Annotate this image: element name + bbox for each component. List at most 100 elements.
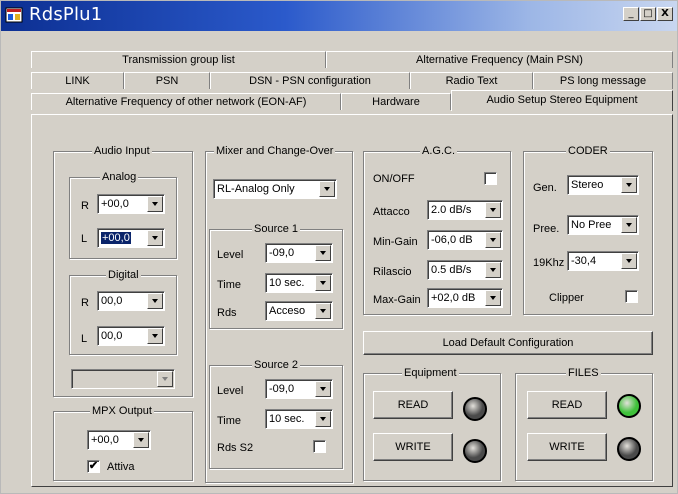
analog-l-select[interactable]: +00,0 [97,228,165,248]
digital-l-select[interactable]: 00,0 [97,326,165,346]
source1-level-select[interactable]: -09,0 [265,243,333,263]
app-window: RdsPlu1 _ □ X Transmission group list Al… [0,0,678,494]
chevron-down-icon[interactable] [147,293,163,309]
chevron-down-icon[interactable] [485,290,501,306]
files-write-button[interactable]: WRITE [527,433,607,461]
tab-hardware[interactable]: Hardware [341,93,451,110]
chevron-down-icon[interactable] [621,177,637,193]
mixer-mode-value: RL-Analog Only [217,183,295,195]
chevron-down-icon[interactable] [315,275,331,291]
source1-time-select[interactable]: 10 sec. [265,273,333,293]
files-read-status-icon [617,394,641,418]
mpx-output-value: +00,0 [91,434,119,446]
min-gain-value: -06,0 dB [431,234,473,246]
source2-title: Source 2 [252,359,301,371]
mpx-output-select[interactable]: +00,0 [87,430,151,450]
chevron-down-icon[interactable] [485,202,501,218]
equipment-write-status-icon [463,439,487,463]
attacco-label: Attacco [373,206,410,218]
tab-dsn-psn-configuration[interactable]: DSN - PSN configuration [210,72,410,89]
analog-r-select[interactable]: +00,0 [97,194,165,214]
min-gain-label: Min-Gain [373,236,418,248]
clipper-checkbox[interactable] [625,290,638,303]
max-gain-select[interactable]: +02,0 dB [427,288,503,308]
chevron-down-icon[interactable] [315,245,331,261]
attiva-checkbox[interactable]: ✔ [87,460,100,473]
chevron-down-icon[interactable] [319,181,335,197]
equipment-group: Equipment [363,367,501,481]
equipment-read-label: READ [397,399,429,411]
files-read-label: READ [551,399,583,411]
equipment-read-button[interactable]: READ [373,391,453,419]
analog-r-value: +00,0 [101,198,129,210]
digital-l-label: L [81,333,88,345]
source2-time-value: 10 sec. [269,413,305,425]
source1-rds-select[interactable]: Acceso [265,301,333,321]
rilascio-value: 0.5 dB/s [431,264,472,276]
minimize-button[interactable]: _ [623,7,639,21]
chevron-down-icon[interactable] [621,217,637,233]
pree-value: No Pree [571,219,612,231]
coder-title: CODER [566,145,610,157]
files-write-status-icon [617,437,641,461]
source2-time-select[interactable]: 10 sec. [265,409,333,429]
tab-link[interactable]: LINK [31,72,124,89]
files-read-button[interactable]: READ [527,391,607,419]
load-default-label: Load Default Configuration [442,337,574,349]
analog-l-label: L [81,233,88,245]
agc-onoff-label: ON/OFF [373,173,415,185]
digital-r-select[interactable]: 00,0 [97,291,165,311]
tab-row-3: Alternative Frequency of other network (… [31,90,673,111]
audio-input-title: Audio Input [92,145,152,157]
min-gain-select[interactable]: -06,0 dB [427,230,503,250]
khz-value: -30,4 [571,255,597,267]
tab-alternative-frequency-eon[interactable]: Alternative Frequency of other network (… [31,93,341,110]
source2-level-select[interactable]: -09,0 [265,379,333,399]
audio-input-extra-select[interactable] [71,369,175,389]
chevron-down-icon[interactable] [485,232,501,248]
files-group: FILES [515,367,653,481]
attacco-select[interactable]: 2.0 dB/s [427,200,503,220]
chevron-down-icon[interactable] [157,371,173,387]
agc-onoff-checkbox[interactable] [484,172,497,185]
tab-radio-text[interactable]: Radio Text [410,72,533,89]
chevron-down-icon[interactable] [133,432,149,448]
title-bar[interactable]: RdsPlu1 _ □ X [1,1,677,31]
source2-time-label: Time [217,415,242,427]
khz-select[interactable]: -30,4 [567,251,639,271]
source1-level-value: -09,0 [269,247,295,259]
equipment-title: Equipment [402,367,459,379]
tab-alternative-frequency-main[interactable]: Alternative Frequency (Main PSN) [326,51,673,68]
window-title: RdsPlu1 [29,4,103,25]
rilascio-select[interactable]: 0.5 dB/s [427,260,503,280]
tab-audio-setup[interactable]: Audio Setup Stereo Equipment [451,90,673,111]
tab-row-1: Transmission group list Alternative Freq… [31,51,673,68]
mpx-output-title: MPX Output [90,405,154,417]
source1-time-label: Time [217,279,242,291]
agc-title: A.G.C. [420,145,458,157]
close-button[interactable]: X [657,7,673,21]
tab-ps-long-message[interactable]: PS long message [533,72,673,89]
chevron-down-icon[interactable] [315,303,331,319]
mixer-mode-select[interactable]: RL-Analog Only [213,179,337,199]
files-write-label: WRITE [549,441,585,453]
equipment-write-button[interactable]: WRITE [373,433,453,461]
load-default-button[interactable]: Load Default Configuration [363,331,653,355]
chevron-down-icon[interactable] [147,196,163,212]
rds-s2-checkbox[interactable] [313,440,326,453]
gen-value: Stereo [571,179,604,191]
chevron-down-icon[interactable] [315,381,331,397]
chevron-down-icon[interactable] [621,253,637,269]
chevron-down-icon[interactable] [485,262,501,278]
chevron-down-icon[interactable] [315,411,331,427]
analog-r-label: R [81,200,89,212]
analog-title: Analog [100,171,139,183]
tab-psn[interactable]: PSN [124,72,210,89]
maximize-button[interactable]: □ [640,7,656,21]
chevron-down-icon[interactable] [147,230,163,246]
tab-transmission-group-list[interactable]: Transmission group list [31,51,326,68]
chevron-down-icon[interactable] [147,328,163,344]
source2-level-value: -09,0 [269,383,295,395]
gen-select[interactable]: Stereo [567,175,639,195]
pree-select[interactable]: No Pree [567,215,639,235]
